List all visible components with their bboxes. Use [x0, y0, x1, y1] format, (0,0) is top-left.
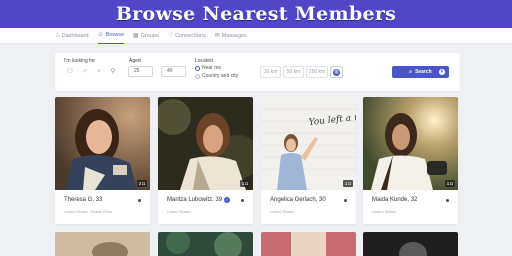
nav-item-messages[interactable]: ✉ Messages	[215, 28, 247, 44]
more-options-icon[interactable]	[446, 199, 449, 202]
member-name[interactable]: Maritza Lubowitz, 39 ✓	[167, 197, 231, 203]
location-option-near-me[interactable]: Near me	[195, 65, 221, 71]
member-photo[interactable]	[55, 232, 150, 256]
page-banner: Browse Nearest Members	[0, 0, 512, 28]
photo-count-badge: 1 ◘	[342, 180, 353, 187]
member-location: United States	[270, 209, 295, 214]
member-name[interactable]: Theresa G, 33	[64, 197, 102, 203]
user-icon: ☺	[97, 32, 104, 38]
globe-icon: ◍	[333, 68, 340, 76]
female-icon[interactable]: ♀	[95, 68, 103, 76]
member-location: United States, Middle River	[64, 209, 113, 214]
located-label: Located	[195, 58, 213, 64]
photo-count-badge: 2 ◘	[136, 180, 147, 187]
member-card[interactable]: You left a mark 1 ◘ Angelica Gerlach, 30 …	[261, 97, 356, 224]
home-icon: ⌂	[56, 32, 60, 39]
radio-unselected[interactable]	[195, 73, 200, 79]
location-option-label: Near me	[202, 65, 222, 71]
distance-10km-button[interactable]: 10 km	[260, 66, 281, 78]
distance-250km-button[interactable]: 250 km	[306, 66, 328, 78]
camera-icon: ◘	[450, 181, 453, 186]
clear-icon[interactable]: ×	[439, 69, 445, 75]
search-icon: ⌕	[409, 69, 413, 75]
member-photo[interactable]	[363, 232, 458, 256]
more-options-icon[interactable]	[241, 199, 244, 202]
location-option-label: Country and city	[202, 73, 239, 79]
groups-icon: ▦	[133, 32, 139, 39]
member-photo[interactable]: 1 ◘	[158, 97, 253, 190]
age-from-input[interactable]: 25	[128, 66, 153, 77]
nav-item-label: Connections	[175, 32, 206, 39]
nav-item-label: Groups	[140, 32, 159, 39]
search-button[interactable]: ⌕ Search ×	[392, 66, 449, 78]
nav-item-label: Dashboard	[61, 32, 89, 39]
member-location: United States	[372, 209, 397, 214]
page-title: Browse Nearest Members	[115, 3, 397, 25]
member-photo[interactable]	[158, 232, 253, 256]
photo-count-badge: 1 ◘	[444, 180, 455, 187]
radio-selected[interactable]	[195, 65, 200, 71]
more-options-icon[interactable]	[138, 199, 141, 202]
worldwide-button[interactable]: ◍	[330, 66, 343, 78]
member-photo[interactable]: 2 ◘	[55, 97, 150, 190]
member-name[interactable]: Angelica Gerlach, 30	[270, 197, 326, 203]
member-card[interactable]: 2 ◘ Theresa G, 33 United States, Middle R…	[55, 97, 150, 224]
member-name[interactable]: Maida Kunde, 32	[372, 197, 417, 203]
camera-icon: ◘	[245, 181, 248, 186]
member-photo[interactable]: 1 ◘	[363, 97, 458, 190]
distance-50km-button[interactable]: 50 km	[283, 66, 304, 78]
age-to-input[interactable]: 40	[161, 66, 186, 77]
verified-icon: ✓	[224, 197, 231, 203]
nav-item-label: Browse	[105, 32, 125, 38]
looking-for-label: I'm looking for	[64, 58, 95, 64]
couple-icon[interactable]: ⚇	[66, 68, 74, 76]
heart-icon: ♡	[167, 32, 174, 39]
search-button-label: Search	[415, 69, 432, 75]
camera-icon: ◘	[142, 181, 145, 186]
member-location: United States	[167, 209, 192, 214]
member-photo[interactable]: You left a mark 1 ◘	[261, 97, 356, 190]
nav-item-label: Messages	[221, 32, 247, 39]
member-photo[interactable]	[261, 232, 356, 256]
mail-icon: ✉	[214, 32, 220, 39]
camera-icon: ◘	[348, 181, 351, 186]
nav-item-dashboard[interactable]: ⌂ Dashboard	[56, 28, 89, 44]
nav-item-browse[interactable]: ☺ Browse	[97, 28, 125, 44]
member-card[interactable]: 1 ◘ Maida Kunde, 32 United States	[363, 97, 458, 224]
male-icon[interactable]: ♂	[81, 68, 89, 76]
location-option-country-city[interactable]: Country and city	[195, 73, 238, 79]
other-gender-icon[interactable]: ⚲	[109, 68, 117, 76]
nav-item-connections[interactable]: ♡ Connections	[168, 28, 206, 44]
top-nav: ⌂ Dashboard ☺ Browse ▦ Groups ♡ Connecti…	[0, 28, 512, 44]
photo-count-badge: 1 ◘	[239, 180, 250, 187]
more-options-icon[interactable]	[344, 199, 347, 202]
nav-item-groups[interactable]: ▦ Groups	[133, 28, 159, 44]
member-card[interactable]: 1 ◘ Maritza Lubowitz, 39 ✓ United States	[158, 97, 253, 224]
aged-label: Aged	[129, 58, 141, 64]
